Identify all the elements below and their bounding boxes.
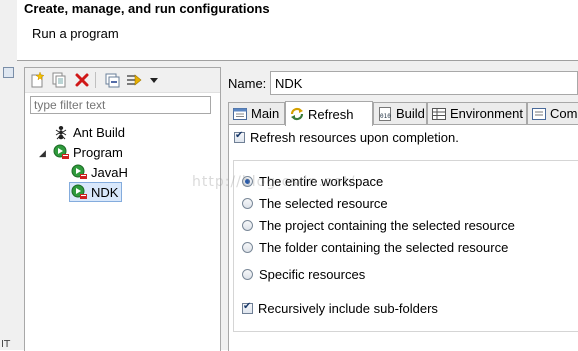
new-launch-config-icon[interactable] [28,71,46,89]
program-config-icon [71,184,87,200]
tab-build[interactable]: 010 Build [373,102,427,124]
tab-refresh[interactable]: Refresh [285,101,373,126]
radio-label: The entire workspace [259,174,384,189]
radio-button[interactable] [242,220,253,231]
tab-label: Build [396,106,425,121]
tab-common[interactable]: Com [527,102,578,124]
tree-toolbar [25,68,220,93]
radio-entire-workspace[interactable]: The entire workspace [242,174,383,189]
view-menu-icon[interactable] [145,71,163,89]
dialog-title: Create, manage, and run configurations [24,1,270,16]
checkbox-label: Recursively include sub-folders [258,301,438,316]
tree-item-javah[interactable]: JavaH [71,163,128,181]
tree-item-label: NDK [91,184,119,200]
svg-text:010: 010 [380,113,391,120]
tab-label: Refresh [308,106,354,122]
radio-label: The selected resource [259,196,388,211]
checkbox-label: Refresh resources upon completion. [250,130,459,145]
tree-item-label: JavaH [91,164,128,180]
common-icon [531,106,547,122]
duplicate-icon[interactable] [50,71,68,89]
filter-input[interactable] [30,96,211,114]
launch-config-tree-pane: Ant Build ◢ Program JavaH NDK [24,67,221,351]
tree-item-label: Program [73,144,123,160]
refresh-icon [289,106,305,122]
program-launch-icon [53,144,69,160]
ant-build-icon [53,124,69,140]
tree-item-ant-build[interactable]: Ant Build [53,123,125,141]
name-field[interactable] [270,71,578,95]
checkbox-box[interactable] [242,301,253,314]
main-tab-icon [232,106,248,122]
radio-button[interactable] [242,269,253,280]
radio-button[interactable] [242,198,253,209]
tab-environment[interactable]: Environment [427,102,527,124]
dialog-header: Create, manage, and run configurations R… [17,0,578,60]
minimize-icon[interactable] [3,67,14,78]
left-edge-text: IT [1,339,11,350]
radio-project-containing[interactable]: The project containing the selected reso… [242,218,515,233]
build-icon: 010 [377,106,393,122]
dialog-subtitle: Run a program [32,26,119,41]
tab-label: Main [251,106,280,121]
radio-folder-containing[interactable]: The folder containing the selected resou… [242,240,508,255]
radio-label: Specific resources [259,267,366,282]
config-tabs: Main Refresh 010 Build Environment Com [228,101,578,126]
tab-label: Environment [450,106,523,121]
tree-item-program[interactable]: Program [53,143,123,161]
radio-specific-resources[interactable]: Specific resources [242,267,365,282]
tab-main[interactable]: Main [228,102,285,124]
radio-button[interactable] [242,242,253,253]
checkbox-box[interactable] [234,130,245,143]
radio-label: The folder containing the selected resou… [259,240,509,255]
refresh-on-completion-checkbox[interactable]: Refresh resources upon completion. [234,130,459,145]
tab-label: Com [550,106,578,121]
filter-icon[interactable] [125,71,143,89]
environment-icon [431,106,447,122]
program-config-icon [71,164,87,180]
tree-item-ndk[interactable]: NDK [69,182,123,202]
collapse-all-icon[interactable] [103,71,121,89]
left-edge-strip: IT [0,0,18,350]
expand-arrow-icon[interactable]: ◢ [39,148,46,159]
radio-label: The project containing the selected reso… [259,218,515,233]
radio-button[interactable] [242,176,253,187]
delete-icon[interactable] [73,71,91,89]
recursive-subfolders-checkbox[interactable]: Recursively include sub-folders [242,301,438,316]
toolbar-separator [95,72,96,88]
radio-selected-resource[interactable]: The selected resource [242,196,388,211]
tree-item-label: Ant Build [73,124,126,140]
name-label: Name: [228,76,267,91]
